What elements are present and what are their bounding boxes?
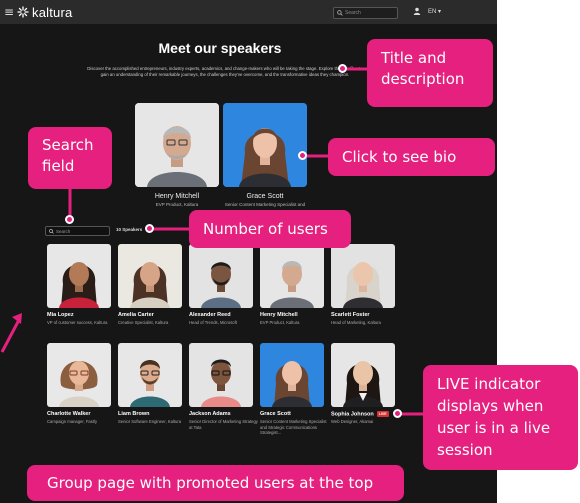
callout-dot-search [65, 215, 74, 224]
callout-text: Click to see bio [342, 148, 457, 166]
callout-text: Search field [42, 136, 94, 175]
callout-dot-users [145, 224, 154, 233]
callout-bio: Click to see bio [328, 138, 495, 176]
callout-group: Group page with promoted users at the to… [27, 465, 404, 501]
callout-text: LIVE indicator displays when user is in … [437, 375, 551, 459]
callout-text: Number of users [203, 220, 328, 238]
callout-search: Search field [28, 127, 112, 189]
callout-text: Title and description [381, 49, 465, 88]
callout-live: LIVE indicator displays when user is in … [423, 365, 578, 470]
callout-dot-live [393, 409, 402, 418]
callout-text: Group page with promoted users at the to… [47, 474, 374, 492]
callout-users: Number of users [189, 210, 351, 248]
callout-dot-bio [298, 151, 307, 160]
callout-title-description: Title and description [367, 39, 493, 107]
callout-dot-title [338, 64, 347, 73]
